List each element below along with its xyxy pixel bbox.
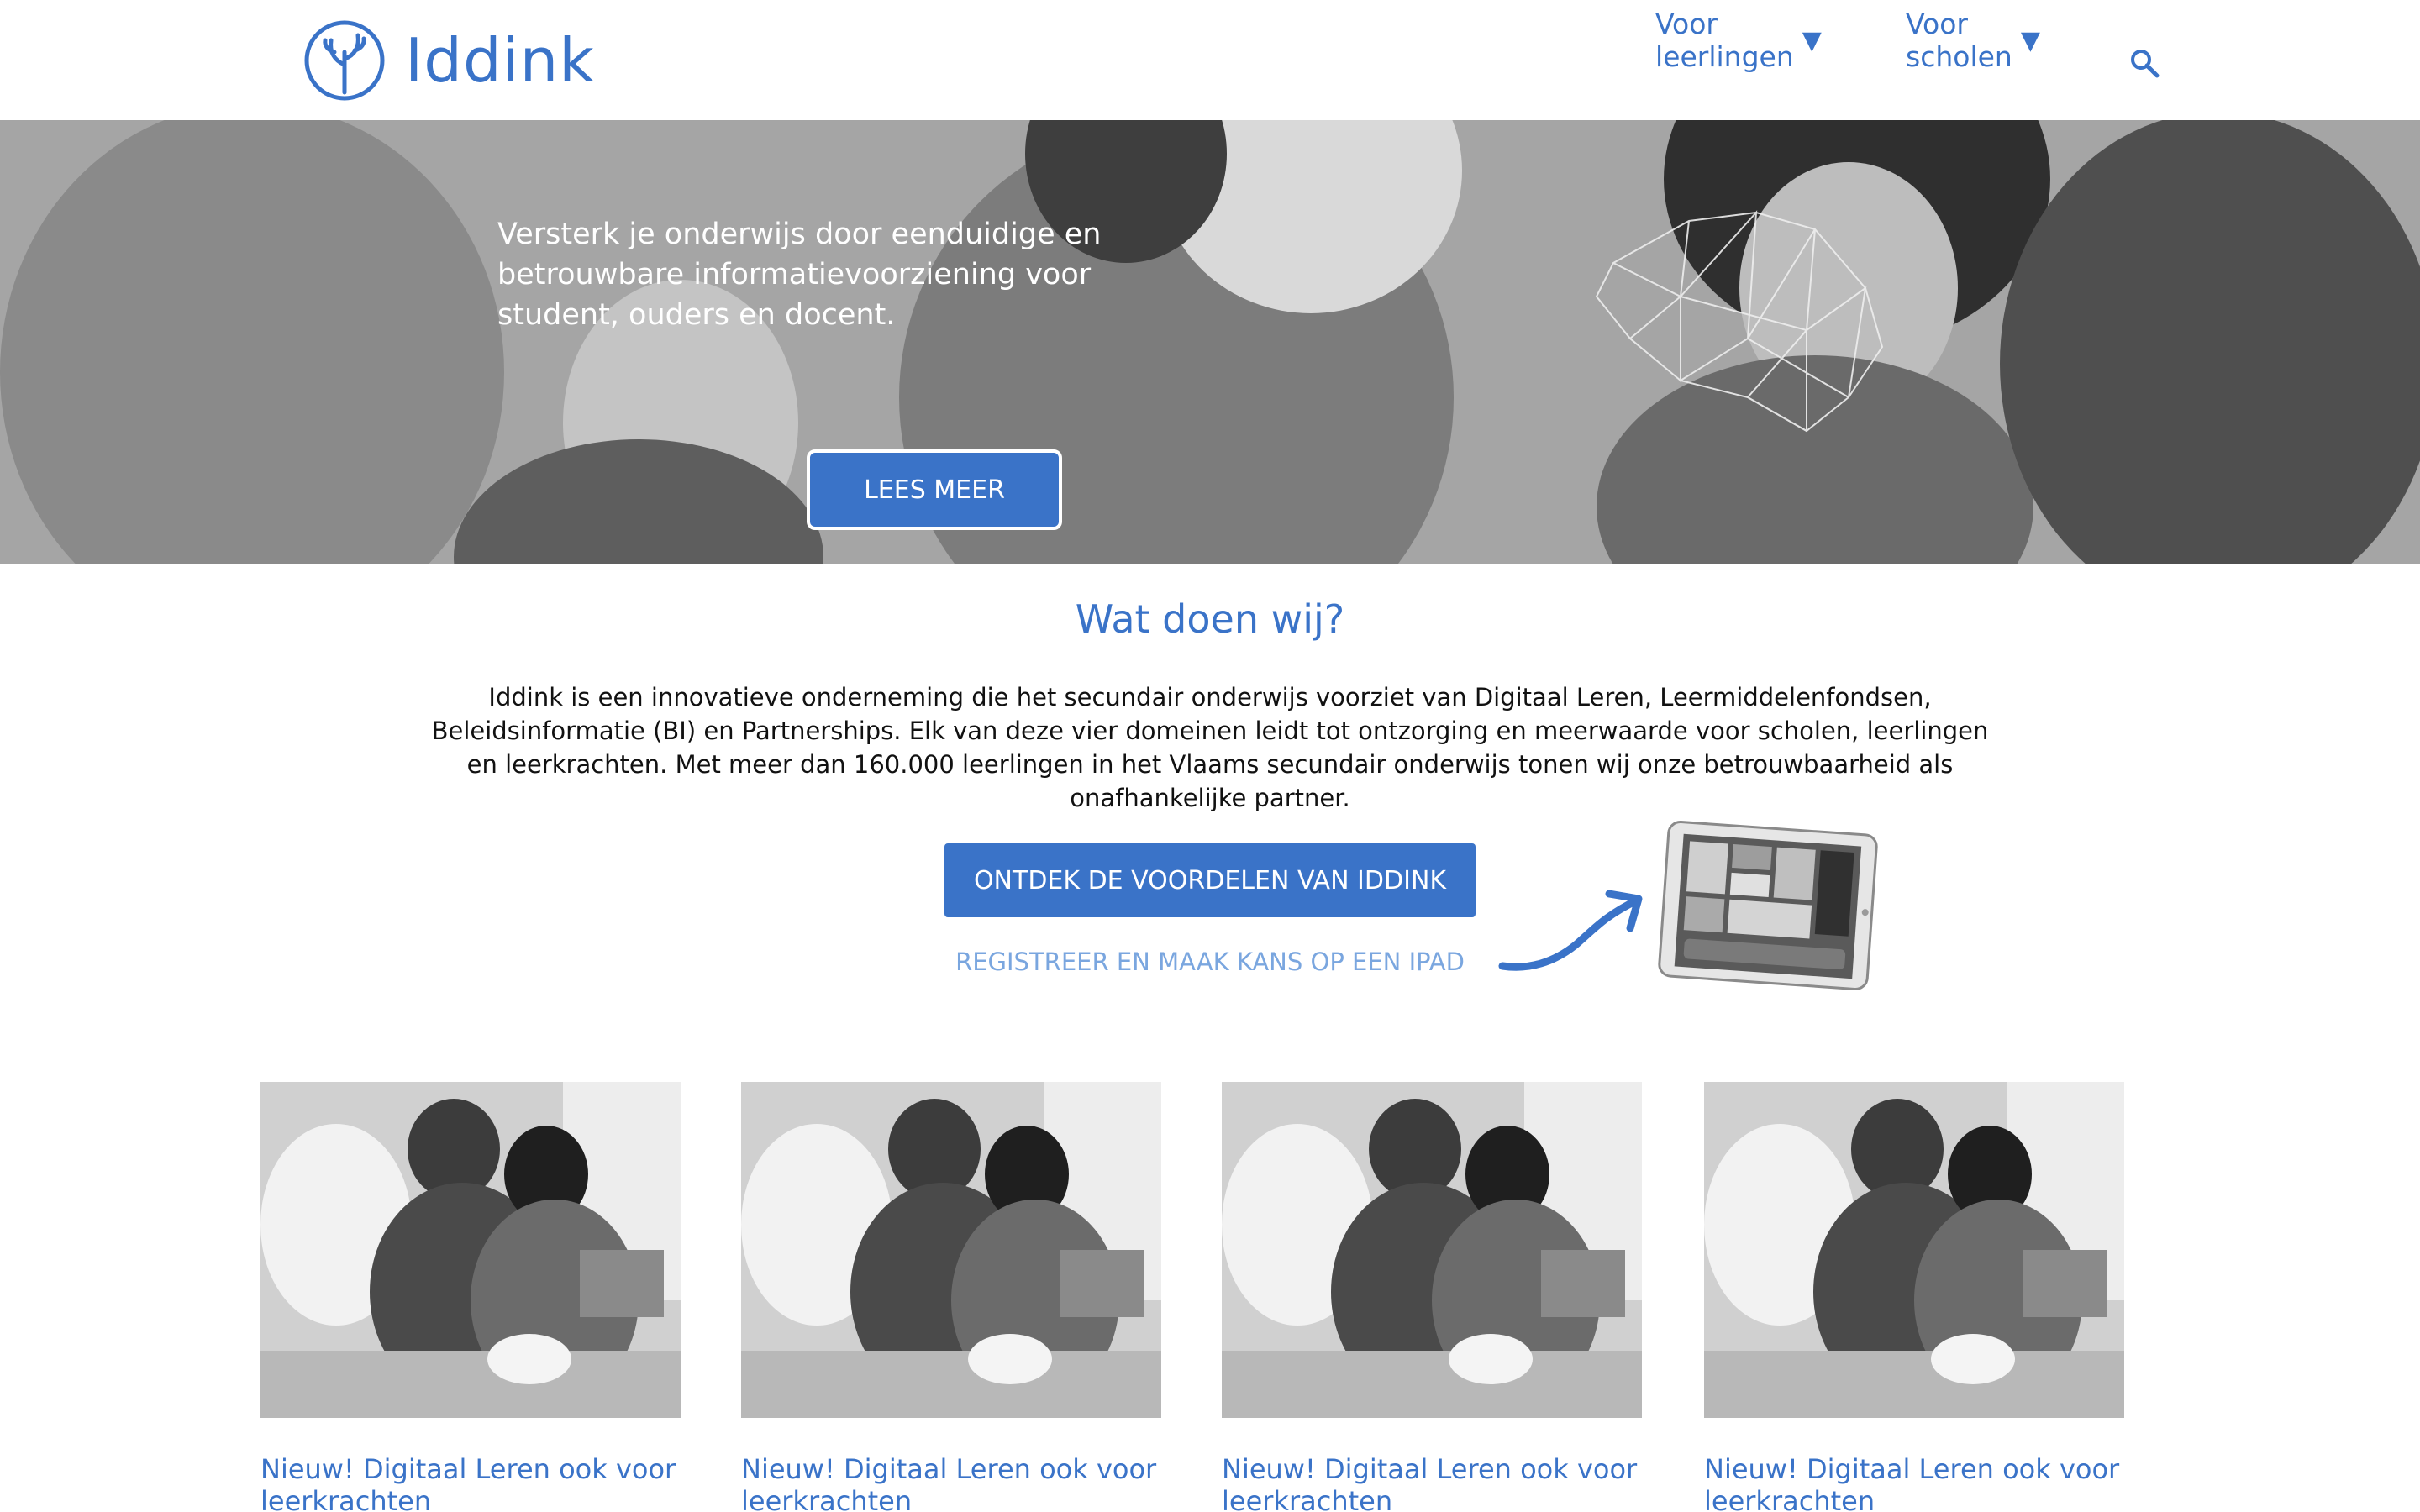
card-title[interactable]: Nieuw! Digitaal Leren ook voor leerkrach… [260,1453,681,1512]
nav-voor-scholen[interactable]: Voor scholen ▼ [1906,8,2040,73]
nav-voor-leerlingen[interactable]: Voor leerlingen ▼ [1655,8,1822,73]
news-card[interactable]: Nieuw! Digitaal Leren ook voor leerkrach… [741,1082,1161,1512]
card-photo [1704,1082,2124,1418]
hero-photo [0,120,2420,564]
nav-label: Voor leerlingen [1655,8,1794,73]
ipad-illustration [1658,821,1878,990]
card-photo [260,1082,681,1418]
about-paragraph: Iddink is een innovatieve onderneming di… [431,683,1989,812]
card-title[interactable]: Nieuw! Digitaal Leren ook voor leerkrach… [1222,1453,1642,1512]
news-card[interactable]: Nieuw! Digitaal Leren ook voor leerkrach… [260,1082,681,1512]
nav-label: Voor scholen [1906,8,2012,73]
hero-tagline: Versterk je onderwijs door eenduidige en… [497,218,1102,332]
site-header: Iddink Voor leerlingen ▼ Voor scholen ▼ [0,0,2420,120]
news-card[interactable]: Nieuw! Digitaal Leren ook voor leerkrach… [1222,1082,1642,1512]
search-icon[interactable] [2128,47,2162,81]
section-title: Wat doen wij? [1075,596,1345,642]
card-photo [1222,1082,1642,1418]
caret-down-icon: ▼ [2020,25,2040,55]
brand-name: Iddink [405,25,595,96]
antler-logo-icon [304,20,385,101]
card-title[interactable]: Nieuw! Digitaal Leren ook voor leerkrach… [1704,1453,2124,1512]
iddink-logo[interactable]: Iddink [302,17,595,104]
lees-meer-button[interactable]: LEES MEER [807,449,1062,530]
hand-drawn-arrow-icon [1498,890,1643,971]
caret-down-icon: ▼ [1802,25,1822,55]
news-card[interactable]: Nieuw! Digitaal Leren ook voor leerkrach… [1704,1082,2124,1512]
card-title[interactable]: Nieuw! Digitaal Leren ook voor leerkrach… [741,1453,1161,1512]
hero-banner: Versterk je onderwijs door eenduidige en… [0,120,2420,564]
ontdek-voordelen-button[interactable]: ONTDEK DE VOORDELEN VAN IDDINK [944,843,1476,917]
card-photo [741,1082,1161,1418]
register-ipad-link[interactable]: REGISTREER EN MAAK KANS OP EEN IPAD [924,948,1496,976]
